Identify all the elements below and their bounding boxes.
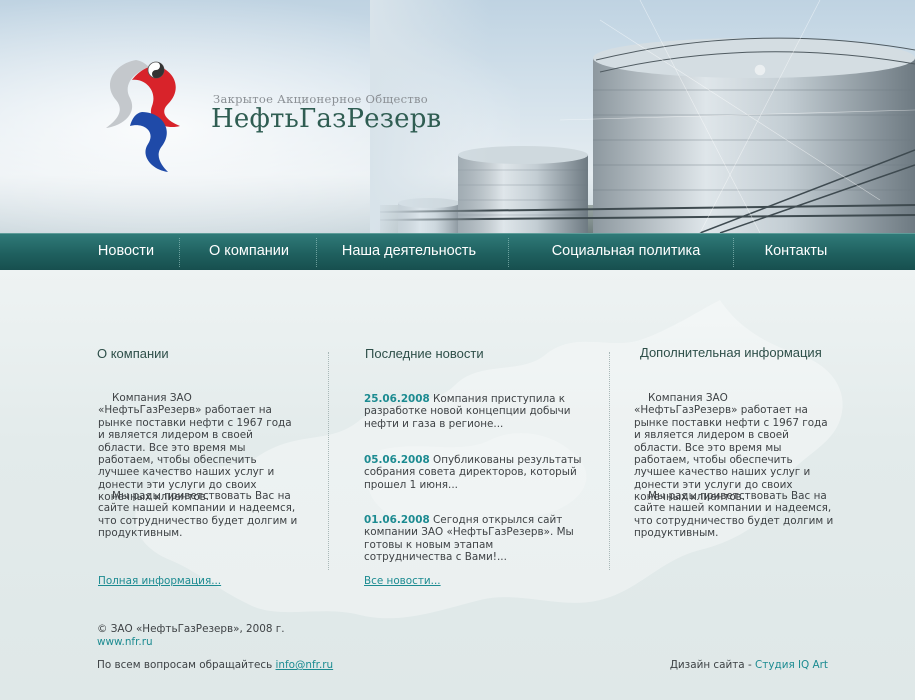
news-item: 25.06.2008 Компания приступила к разрабо… [364,393,582,430]
nav-item-about[interactable]: О компании [186,234,312,271]
about-title: О компании [97,346,169,361]
content-area: О компании Компания ЗАО «НефтьГазРезерв»… [0,270,915,700]
column-separator [328,352,329,570]
extra-paragraph-1: Компания ЗАО «НефтьГазРезерв» работает н… [634,392,828,504]
footer-email-link[interactable]: info@nfr.ru [276,659,334,671]
nav-item-contacts[interactable]: Контакты [742,234,850,271]
news-item: 05.06.2008 Опубликованы результаты собра… [364,454,586,491]
column-separator [609,352,610,570]
footer-studio-link[interactable]: Студия IQ Art [755,659,828,671]
news-item: 01.06.2008 Сегодня открылся сайт компани… [364,514,582,564]
header-banner: Закрытое Акционерное Общество НефтьГазРе… [0,0,915,233]
news-date: 01.06.2008 [364,514,430,526]
news-date: 25.06.2008 [364,393,430,405]
extra-info-title: Дополнительная информация [640,345,822,360]
nav-separator [316,238,317,267]
company-name: НефтьГазРезерв [211,104,442,134]
news-date: 05.06.2008 [364,454,430,466]
footer-site-link[interactable]: www.nfr.ru [97,636,153,648]
nav-separator [179,238,180,267]
footer-copyright: © ЗАО «НефтьГазРезерв», 2008 г. [97,623,285,635]
nav-item-news[interactable]: Новости [76,234,176,271]
nav-separator [508,238,509,267]
all-news-link[interactable]: Все новости... [364,575,441,587]
footer-design-credit: Дизайн сайта - Студия IQ Art [670,659,828,671]
about-paragraph-2: Мы рады приветствовать Вас на сайте наше… [98,490,298,540]
footer-contact: По всем вопросам обращайтесь info@nfr.ru [97,659,333,671]
about-paragraph-1: Компания ЗАО «НефтьГазРезерв» работает н… [98,392,292,504]
news-title: Последние новости [365,346,484,361]
about-more-link[interactable]: Полная информация... [98,575,221,587]
company-logo [106,60,180,172]
footer-contact-label: По всем вопросам обращайтесь [97,659,273,671]
extra-paragraph-2: Мы рады приветствовать Вас на сайте наше… [634,490,834,540]
nav-separator [733,238,734,267]
main-nav: Новости О компании Наша деятельность Соц… [0,233,915,270]
footer-design-label: Дизайн сайта - [669,659,752,671]
nav-item-social-policy[interactable]: Социальная политика [520,234,732,271]
nav-item-activity[interactable]: Наша деятельность [322,234,496,271]
